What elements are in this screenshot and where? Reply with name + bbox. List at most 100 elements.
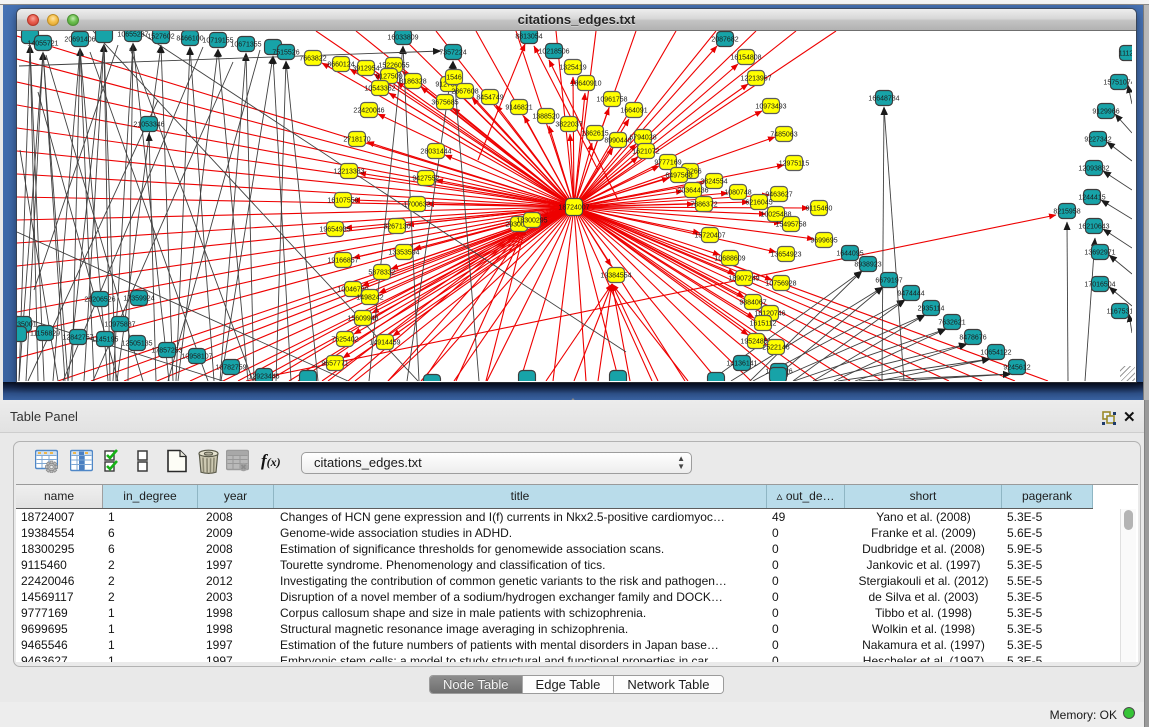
- svg-text:12842757: 12842757: [62, 335, 93, 342]
- svg-text:10218506: 10218506: [538, 49, 569, 56]
- svg-text:9427552: 9427552: [412, 176, 439, 183]
- svg-text:9777169: 9777169: [654, 160, 681, 167]
- svg-text:1621072: 1621072: [632, 149, 659, 156]
- svg-text:14914459: 14914459: [369, 340, 400, 347]
- svg-text:8215958: 8215958: [1053, 209, 1080, 216]
- svg-text:6679197: 6679197: [875, 278, 902, 285]
- svg-text:2867608: 2867608: [451, 89, 478, 96]
- svg-text:9463627: 9463627: [765, 192, 792, 199]
- svg-text:17857253: 17857253: [151, 348, 182, 355]
- svg-text:8454749: 8454749: [476, 95, 503, 102]
- svg-text:6497568: 6497568: [665, 173, 692, 180]
- svg-text:10973493: 10973493: [755, 104, 786, 111]
- svg-text:10654122: 10654122: [980, 350, 1011, 357]
- svg-text:12975115: 12975115: [779, 161, 810, 168]
- svg-text:13692971: 13692971: [1084, 250, 1115, 257]
- svg-text:17016504: 17016504: [1084, 282, 1115, 289]
- svg-text:8478676: 8478676: [959, 335, 986, 342]
- svg-text:9699695: 9699695: [810, 238, 837, 245]
- svg-text:8186328: 8186328: [399, 79, 426, 86]
- svg-text:20364436: 20364436: [677, 188, 708, 195]
- svg-text:16210643: 16210643: [1078, 224, 1109, 231]
- svg-text:20206526: 20206526: [84, 297, 115, 304]
- svg-text:1700632: 1700632: [403, 202, 430, 209]
- svg-text:12505135: 12505135: [121, 341, 152, 348]
- svg-text:18640910: 18640910: [570, 81, 601, 88]
- svg-text:5878332: 5878332: [368, 270, 395, 277]
- svg-text:12213383: 12213383: [333, 169, 364, 176]
- svg-text:3824554: 3824554: [700, 179, 727, 186]
- svg-text:2718170: 2718170: [343, 137, 370, 144]
- svg-text:15609948: 15609948: [347, 316, 378, 323]
- svg-text:16154808: 16154808: [730, 55, 761, 62]
- svg-text:8813054: 8813054: [515, 34, 542, 41]
- svg-text:13353594: 13353594: [388, 250, 419, 257]
- svg-text:20691406: 20691406: [64, 37, 95, 44]
- svg-text:1664091: 1664091: [620, 108, 647, 115]
- svg-text:9129966: 9129966: [1092, 109, 1119, 116]
- svg-text:6794028: 6794028: [629, 135, 656, 142]
- svg-text:7663822: 7663822: [299, 56, 326, 63]
- svg-text:12093832: 12093832: [1078, 166, 1109, 173]
- svg-text:10782759: 10782759: [215, 365, 246, 372]
- svg-text:8466100: 8466100: [176, 36, 203, 43]
- svg-text:1644095: 1644095: [836, 251, 863, 258]
- svg-text:10756928: 10756928: [765, 281, 796, 288]
- svg-text:1167531: 1167531: [1107, 309, 1132, 316]
- svg-text:15751074: 15751074: [1103, 80, 1132, 87]
- svg-text:11156829: 11156829: [30, 331, 60, 338]
- svg-text:9657771: 9657771: [321, 361, 348, 368]
- svg-text:9474444: 9474444: [897, 291, 924, 298]
- svg-text:13654923: 13654923: [770, 252, 801, 259]
- svg-text:1498242: 1498242: [356, 295, 383, 302]
- svg-text:15495758: 15495758: [775, 222, 806, 229]
- svg-text:6216045: 6216045: [745, 200, 772, 207]
- svg-text:3822037: 3822037: [555, 122, 582, 129]
- svg-text:2087682: 2087682: [711, 37, 738, 44]
- svg-text:10671355: 10671355: [230, 42, 261, 49]
- svg-text:10719155: 10719155: [202, 38, 233, 45]
- svg-text:18907249: 18907249: [728, 276, 759, 283]
- svg-text:1362615: 1362615: [581, 131, 608, 138]
- svg-text:10688609: 10688609: [714, 256, 745, 263]
- svg-text:10543362: 10543362: [364, 86, 395, 93]
- svg-text:12213967: 12213967: [740, 76, 771, 83]
- svg-text:18724007: 18724007: [558, 205, 589, 212]
- svg-text:22420046: 22420046: [353, 108, 384, 115]
- svg-text:9146821: 9146821: [505, 105, 532, 112]
- svg-text:7625402: 7625402: [331, 337, 358, 344]
- svg-text:3675685: 3675685: [431, 100, 458, 107]
- svg-text:10655287: 10655287: [117, 32, 148, 39]
- svg-text:2522146: 2522146: [762, 345, 789, 352]
- svg-text:8660124: 8660124: [327, 62, 354, 69]
- svg-text:15720407: 15720407: [694, 233, 725, 240]
- svg-text:16648784: 16648784: [868, 96, 899, 103]
- svg-text:3912954: 3912954: [352, 66, 379, 73]
- svg-text:3267130: 3267130: [383, 224, 410, 231]
- svg-text:1615112: 1615112: [750, 321, 777, 328]
- svg-text:1080748: 1080748: [724, 190, 751, 197]
- svg-text:10961758: 10961758: [596, 97, 627, 104]
- svg-text:1527602: 1527602: [147, 34, 174, 41]
- svg-text:14136141: 14136141: [726, 361, 757, 368]
- svg-text:10958107: 10958107: [181, 354, 212, 361]
- svg-text:19384554: 19384554: [600, 273, 631, 280]
- svg-text:9384067: 9384067: [739, 300, 766, 307]
- svg-text:11123: 11123: [1119, 51, 1132, 58]
- svg-text:2935114: 2935114: [918, 306, 945, 313]
- svg-text:1244415: 1244415: [1078, 195, 1105, 202]
- svg-text:1145195: 1145195: [92, 337, 119, 344]
- svg-text:12923446: 12923446: [248, 374, 279, 381]
- svg-text:1325419: 1325419: [559, 65, 586, 72]
- svg-text:28031444: 28031444: [420, 149, 451, 156]
- svg-text:8938923: 8938923: [854, 262, 881, 269]
- svg-text:9227342: 9227342: [1084, 137, 1111, 144]
- svg-text:19166857: 19166857: [327, 258, 358, 265]
- svg-text:7357224: 7357224: [439, 50, 466, 57]
- svg-text:7886372: 7886372: [690, 202, 717, 209]
- svg-text:7485063: 7485063: [770, 132, 797, 139]
- svg-text:8990448: 8990448: [604, 138, 631, 145]
- svg-text:21053346: 21053346: [133, 122, 164, 129]
- svg-text:14055721: 14055721: [27, 41, 58, 48]
- svg-text:9245612: 9245612: [1003, 365, 1030, 372]
